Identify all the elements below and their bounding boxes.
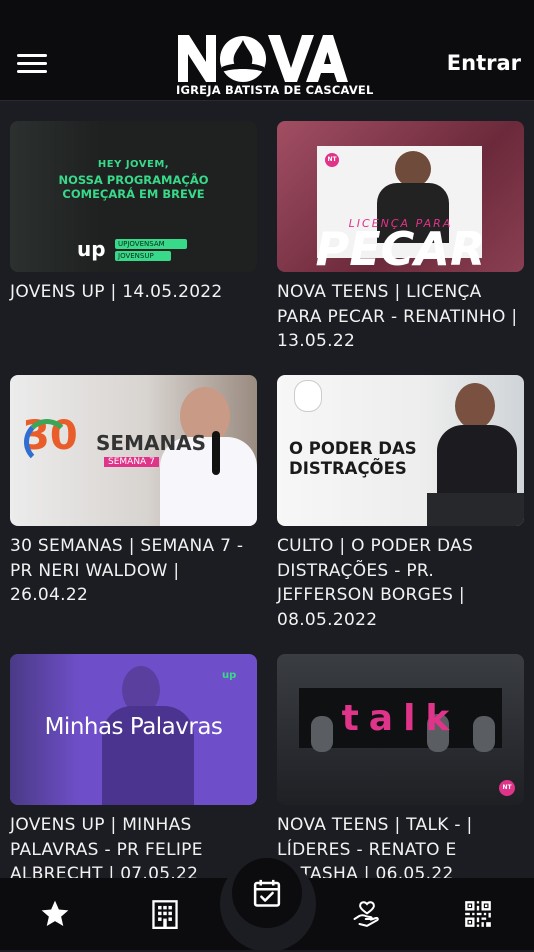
up-brand-logo: up [222, 670, 237, 681]
thumb-line-1: O PODER DAS [289, 439, 417, 458]
thumb-big-text: Minhas Palavras [44, 714, 223, 740]
logo-subtitle: IGREJA BATISTA DE CASCAVEL [176, 83, 374, 97]
thumb-line-1: HEY JOVEM, [97, 159, 170, 170]
nav-checkin[interactable] [232, 858, 302, 928]
video-thumbnail[interactable]: O PODER DAS DISTRAÇÕES [277, 375, 524, 526]
video-title[interactable]: JOVENS UP | 14.05.2022 [10, 280, 257, 305]
video-thumbnail[interactable]: 30 SEMANAS SEMANA 7 [10, 375, 257, 526]
thumb-social-2: JOVENSUP [115, 251, 171, 261]
video-card[interactable]: HEY JOVEM, NOSSA PROGRAMAÇÃO COMEÇARÁ EM… [10, 121, 257, 305]
thumb-small-text: SEMANA 7 [104, 457, 159, 467]
nt-badge: NT [499, 780, 515, 796]
nav-church[interactable] [120, 878, 210, 950]
building-icon [152, 900, 178, 929]
thumb-big-text: PECAR [315, 222, 486, 272]
nt-badge: NT [325, 153, 339, 167]
video-card[interactable]: talk NT NOVA TEENS | TALK - | LÍDERES - … [277, 654, 524, 878]
nav-donate[interactable] [322, 878, 412, 950]
hand-heart-icon [353, 901, 379, 927]
video-card[interactable]: NT LICENÇA PARA PECAR NOVA TEENS | LICEN… [277, 121, 524, 354]
thumb-social-1: UPJOVENSAM [115, 239, 187, 249]
calendar-check-icon [253, 879, 281, 907]
video-title[interactable]: CULTO | O PODER DAS DISTRAÇÕES - PR. JEF… [277, 534, 524, 632]
video-thumbnail[interactable]: Minhas Palavras up [10, 654, 257, 805]
thumb-line-3: COMEÇARÁ EM BREVE [62, 187, 205, 201]
nav-qr-code[interactable] [433, 878, 523, 950]
video-title[interactable]: 30 SEMANAS | SEMANA 7 - PR NERI WALDOW |… [10, 534, 257, 608]
video-card[interactable]: 30 SEMANAS SEMANA 7 30 SEMANAS | SEMANA … [10, 375, 257, 608]
nova-logo[interactable]: IGREJA BATISTA DE CASCAVEL [176, 32, 374, 98]
video-thumbnail[interactable]: NT LICENÇA PARA PECAR [277, 121, 524, 272]
login-button[interactable]: Entrar [447, 51, 521, 75]
video-title[interactable]: NOVA TEENS | LICENÇA PARA PECAR - RENATI… [277, 280, 524, 354]
nav-favorites[interactable] [10, 878, 100, 950]
video-thumbnail[interactable]: talk NT [277, 654, 524, 805]
video-thumbnail[interactable]: HEY JOVEM, NOSSA PROGRAMAÇÃO COMEÇARÁ EM… [10, 121, 257, 272]
app-header: IGREJA BATISTA DE CASCAVEL Entrar [0, 0, 534, 101]
qr-code-icon [465, 901, 491, 927]
video-title[interactable]: JOVENS UP | MINHAS PALAVRAS - PR FELIPE … [10, 813, 257, 878]
nova-logo-mark [178, 35, 348, 82]
up-brand-logo: up [77, 237, 106, 261]
thumb-big-text: talk [341, 698, 460, 739]
star-icon [41, 900, 69, 926]
thumb-line-2: NOSSA PROGRAMAÇÃO [58, 173, 209, 187]
thumb-big-text: SEMANAS [96, 431, 207, 455]
hamburger-menu-icon[interactable] [17, 54, 47, 74]
video-grid: HEY JOVEM, NOSSA PROGRAMAÇÃO COMEÇARÁ EM… [0, 100, 534, 878]
video-title[interactable]: NOVA TEENS | TALK - | LÍDERES - RENATO E… [277, 813, 524, 878]
video-card[interactable]: Minhas Palavras up JOVENS UP | MINHAS PA… [10, 654, 257, 878]
video-card[interactable]: O PODER DAS DISTRAÇÕES CULTO | O PODER D… [277, 375, 524, 632]
thumb-line-2: DISTRAÇÕES [289, 459, 407, 478]
